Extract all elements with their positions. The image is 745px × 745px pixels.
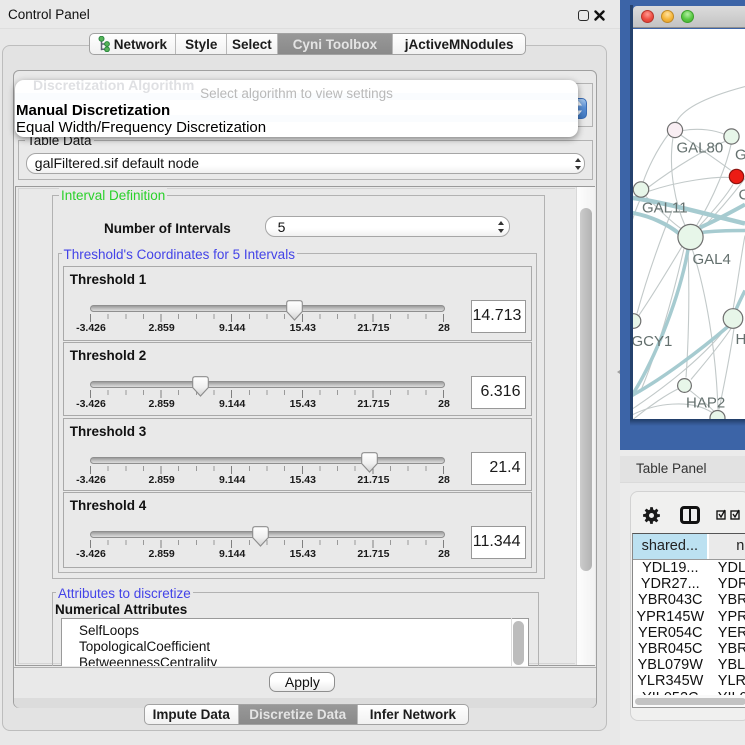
svg-text:GAL4: GAL4: [693, 251, 731, 268]
svg-text:GAL11: GAL11: [642, 199, 688, 216]
svg-text:C: C: [739, 186, 745, 203]
svg-text:H: H: [736, 331, 745, 348]
svg-text:GA: GA: [735, 146, 745, 163]
svg-text:GCY1: GCY1: [633, 333, 672, 350]
svg-text:GAL80: GAL80: [677, 139, 724, 156]
svg-text:HAP2: HAP2: [686, 394, 725, 411]
